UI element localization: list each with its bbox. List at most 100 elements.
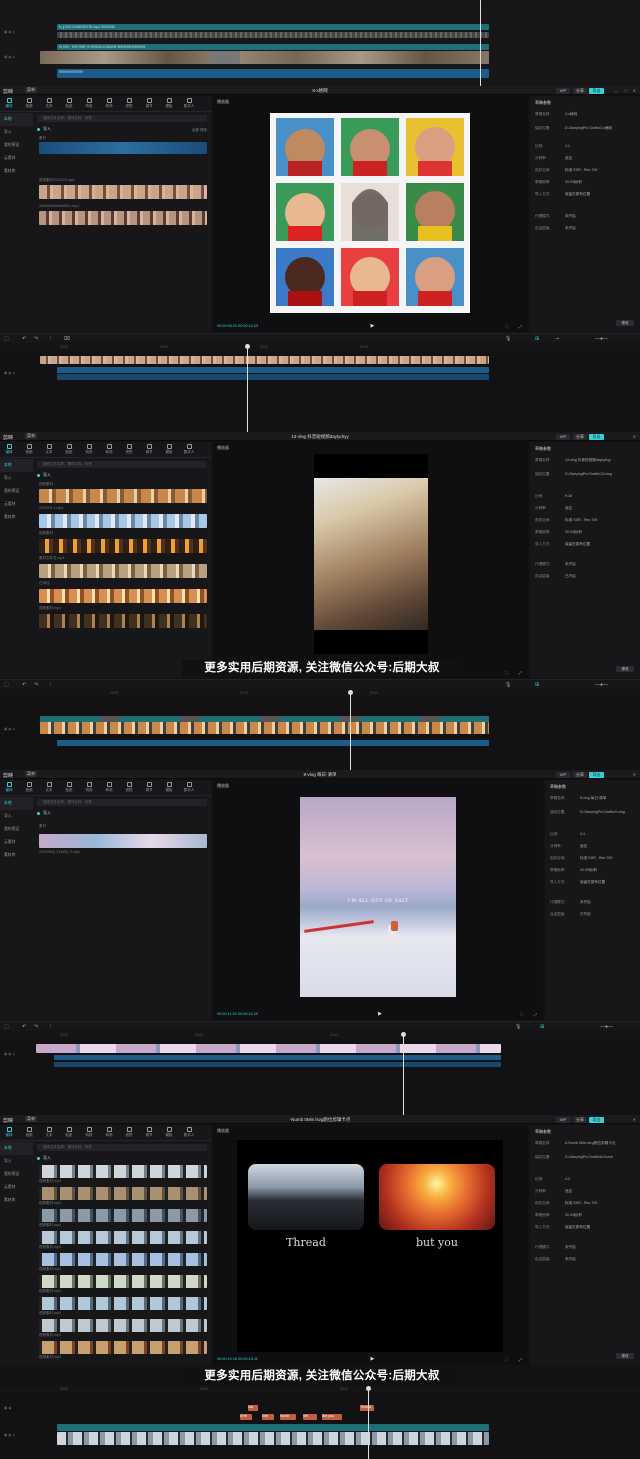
media-thumbnail[interactable] [39,1319,207,1332]
redo-icon[interactable]: ↷ [34,682,38,688]
video-track[interactable] [36,1044,501,1053]
import-row[interactable]: 导入 [37,809,207,817]
tool-effects[interactable]: 特效 [82,98,96,109]
ratio-icon[interactable]: ⛶ [520,1012,523,1017]
share-button[interactable]: 分享 [573,87,587,94]
tool-adjust[interactable]: 调节 [142,782,156,793]
snap-icon[interactable]: ⊞ [535,336,539,342]
tool-media[interactable]: 媒体 [2,1127,16,1138]
snap-icon[interactable]: ⊞ [535,682,539,688]
playhead-handle[interactable] [366,1386,371,1391]
sort-dropdown[interactable]: 全部 排序 [192,126,207,134]
undo-icon[interactable]: ↶ [22,682,26,688]
tool-avatar[interactable]: 数字人 [182,1127,196,1138]
side-item-presets[interactable]: 我的预设 [0,139,33,152]
timeline-ruler[interactable]: 00:00 00:05 00:10 00:15 [0,344,640,351]
track-controls[interactable]: ▣ ◉ ◎ [4,1052,15,1056]
tool-audio[interactable]: 音频 [22,98,36,109]
media-thumbnail[interactable] [39,1341,207,1354]
tool-sticker[interactable]: 贴纸 [62,444,76,455]
side-item-library[interactable]: 素材库 [0,165,33,178]
side-item-cloud[interactable]: 云素材 [0,498,33,511]
timeline-ruler[interactable] [0,0,640,7]
side-item-cloud[interactable]: 云素材 [0,152,33,165]
tool-sticker[interactable]: 贴纸 [62,98,76,109]
fullscreen-icon[interactable]: ⤢ [519,324,522,329]
play-icon[interactable]: ▶ [371,323,375,329]
tool-audio[interactable]: 音频 [22,1127,36,1138]
audio-track[interactable] [57,740,489,746]
delete-icon[interactable]: ⌧ [64,336,70,342]
ratio-icon[interactable]: ⛶ [505,324,508,329]
play-icon[interactable]: ▶ [371,1356,375,1362]
track-controls[interactable]: ▣ ◉ ◎ [4,1433,15,1437]
share-button[interactable]: 分享 [573,433,587,440]
side-item-cloud[interactable]: 云素材 [0,1181,33,1194]
tool-sticker[interactable]: 贴纸 [62,1127,76,1138]
media-thumbnail[interactable] [39,589,207,603]
side-item-library[interactable]: 素材库 [0,849,33,862]
play-icon[interactable]: ▶ [378,1011,382,1017]
maximize-icon[interactable]: □ [625,88,627,93]
tool-audio[interactable]: 音频 [22,444,36,455]
tool-avatar[interactable]: 数字人 [182,444,196,455]
import-row[interactable]: 导入 [37,471,207,479]
side-item-local[interactable]: 本地 [0,797,33,810]
undo-icon[interactable]: ↶ [22,336,26,342]
text-clip[interactable]: Bet you [322,1414,342,1420]
audio-track[interactable] [54,1055,501,1060]
tool-template[interactable]: 模板 [162,1127,176,1138]
media-thumbnail[interactable] [39,1297,207,1310]
timeline-ruler[interactable]: 00:00 00:05 00:10 [0,1386,640,1393]
select-icon[interactable]: ⬚ [4,336,9,342]
side-item-import[interactable]: 导入 [0,1155,33,1168]
undo-icon[interactable]: ↶ [22,1024,26,1030]
zoom-slider[interactable]: —●— [600,1024,613,1030]
redo-icon[interactable]: ↷ [34,1024,38,1030]
side-item-cloud[interactable]: 云素材 [0,836,33,849]
playhead[interactable] [247,344,248,432]
side-item-import[interactable]: 导入 [0,810,33,823]
tool-avatar[interactable]: 数字人 [182,98,196,109]
side-item-local[interactable]: 本地 [0,459,33,472]
close-icon[interactable]: ✕ [633,772,636,777]
side-item-presets[interactable]: 我的预设 [0,823,33,836]
playhead-handle[interactable] [245,344,250,349]
tool-template[interactable]: 模板 [162,98,176,109]
media-thumbnail[interactable] [39,1187,207,1200]
fullscreen-icon[interactable]: ⤢ [519,1357,522,1362]
audio-track[interactable] [57,367,489,373]
minimize-icon[interactable]: — [614,88,618,93]
share-button[interactable]: 分享 [573,771,587,778]
import-row[interactable]: 导入 全部 排序 [37,125,207,133]
audio-track[interactable] [57,374,489,380]
media-thumbnail[interactable] [39,211,207,225]
preview-frame[interactable] [270,113,470,313]
tool-sticker[interactable]: 贴纸 [62,782,76,793]
fullscreen-icon[interactable]: ⤢ [519,670,522,675]
video-track[interactable] [40,722,489,734]
vip-badge[interactable]: VIP [556,1116,570,1123]
media-thumbnail[interactable] [39,1275,207,1288]
tool-filter[interactable]: 滤镜 [122,782,136,793]
vip-badge[interactable]: VIP [556,87,570,94]
tool-transition[interactable]: 转场 [102,444,116,455]
text-clip[interactable]: SHe [240,1414,252,1420]
close-icon[interactable]: ✕ [633,1117,636,1122]
media-thumbnail[interactable] [39,1253,207,1266]
video-track[interactable] [40,51,489,64]
media-thumbnail[interactable] [39,834,207,848]
tool-text[interactable]: 文本 [42,98,56,109]
track-controls[interactable]: ▣ ◉ ◎ [4,727,15,731]
preview-frame[interactable]: Thread but you [237,1140,503,1352]
export-button[interactable]: 导出 [589,433,604,440]
tool-effects[interactable]: 特效 [82,1127,96,1138]
tool-media[interactable]: 媒体 [2,98,16,109]
tool-transition[interactable]: 转场 [102,1127,116,1138]
select-icon[interactable]: ⬚ [4,1024,9,1030]
track-controls[interactable]: ▣ ◉ ◎ [4,55,15,59]
export-button[interactable]: 导出 [589,1116,604,1123]
mic-icon[interactable]: 🎙 [515,1024,521,1030]
tool-avatar[interactable]: 数字人 [182,782,196,793]
video-track[interactable] [57,1432,489,1445]
